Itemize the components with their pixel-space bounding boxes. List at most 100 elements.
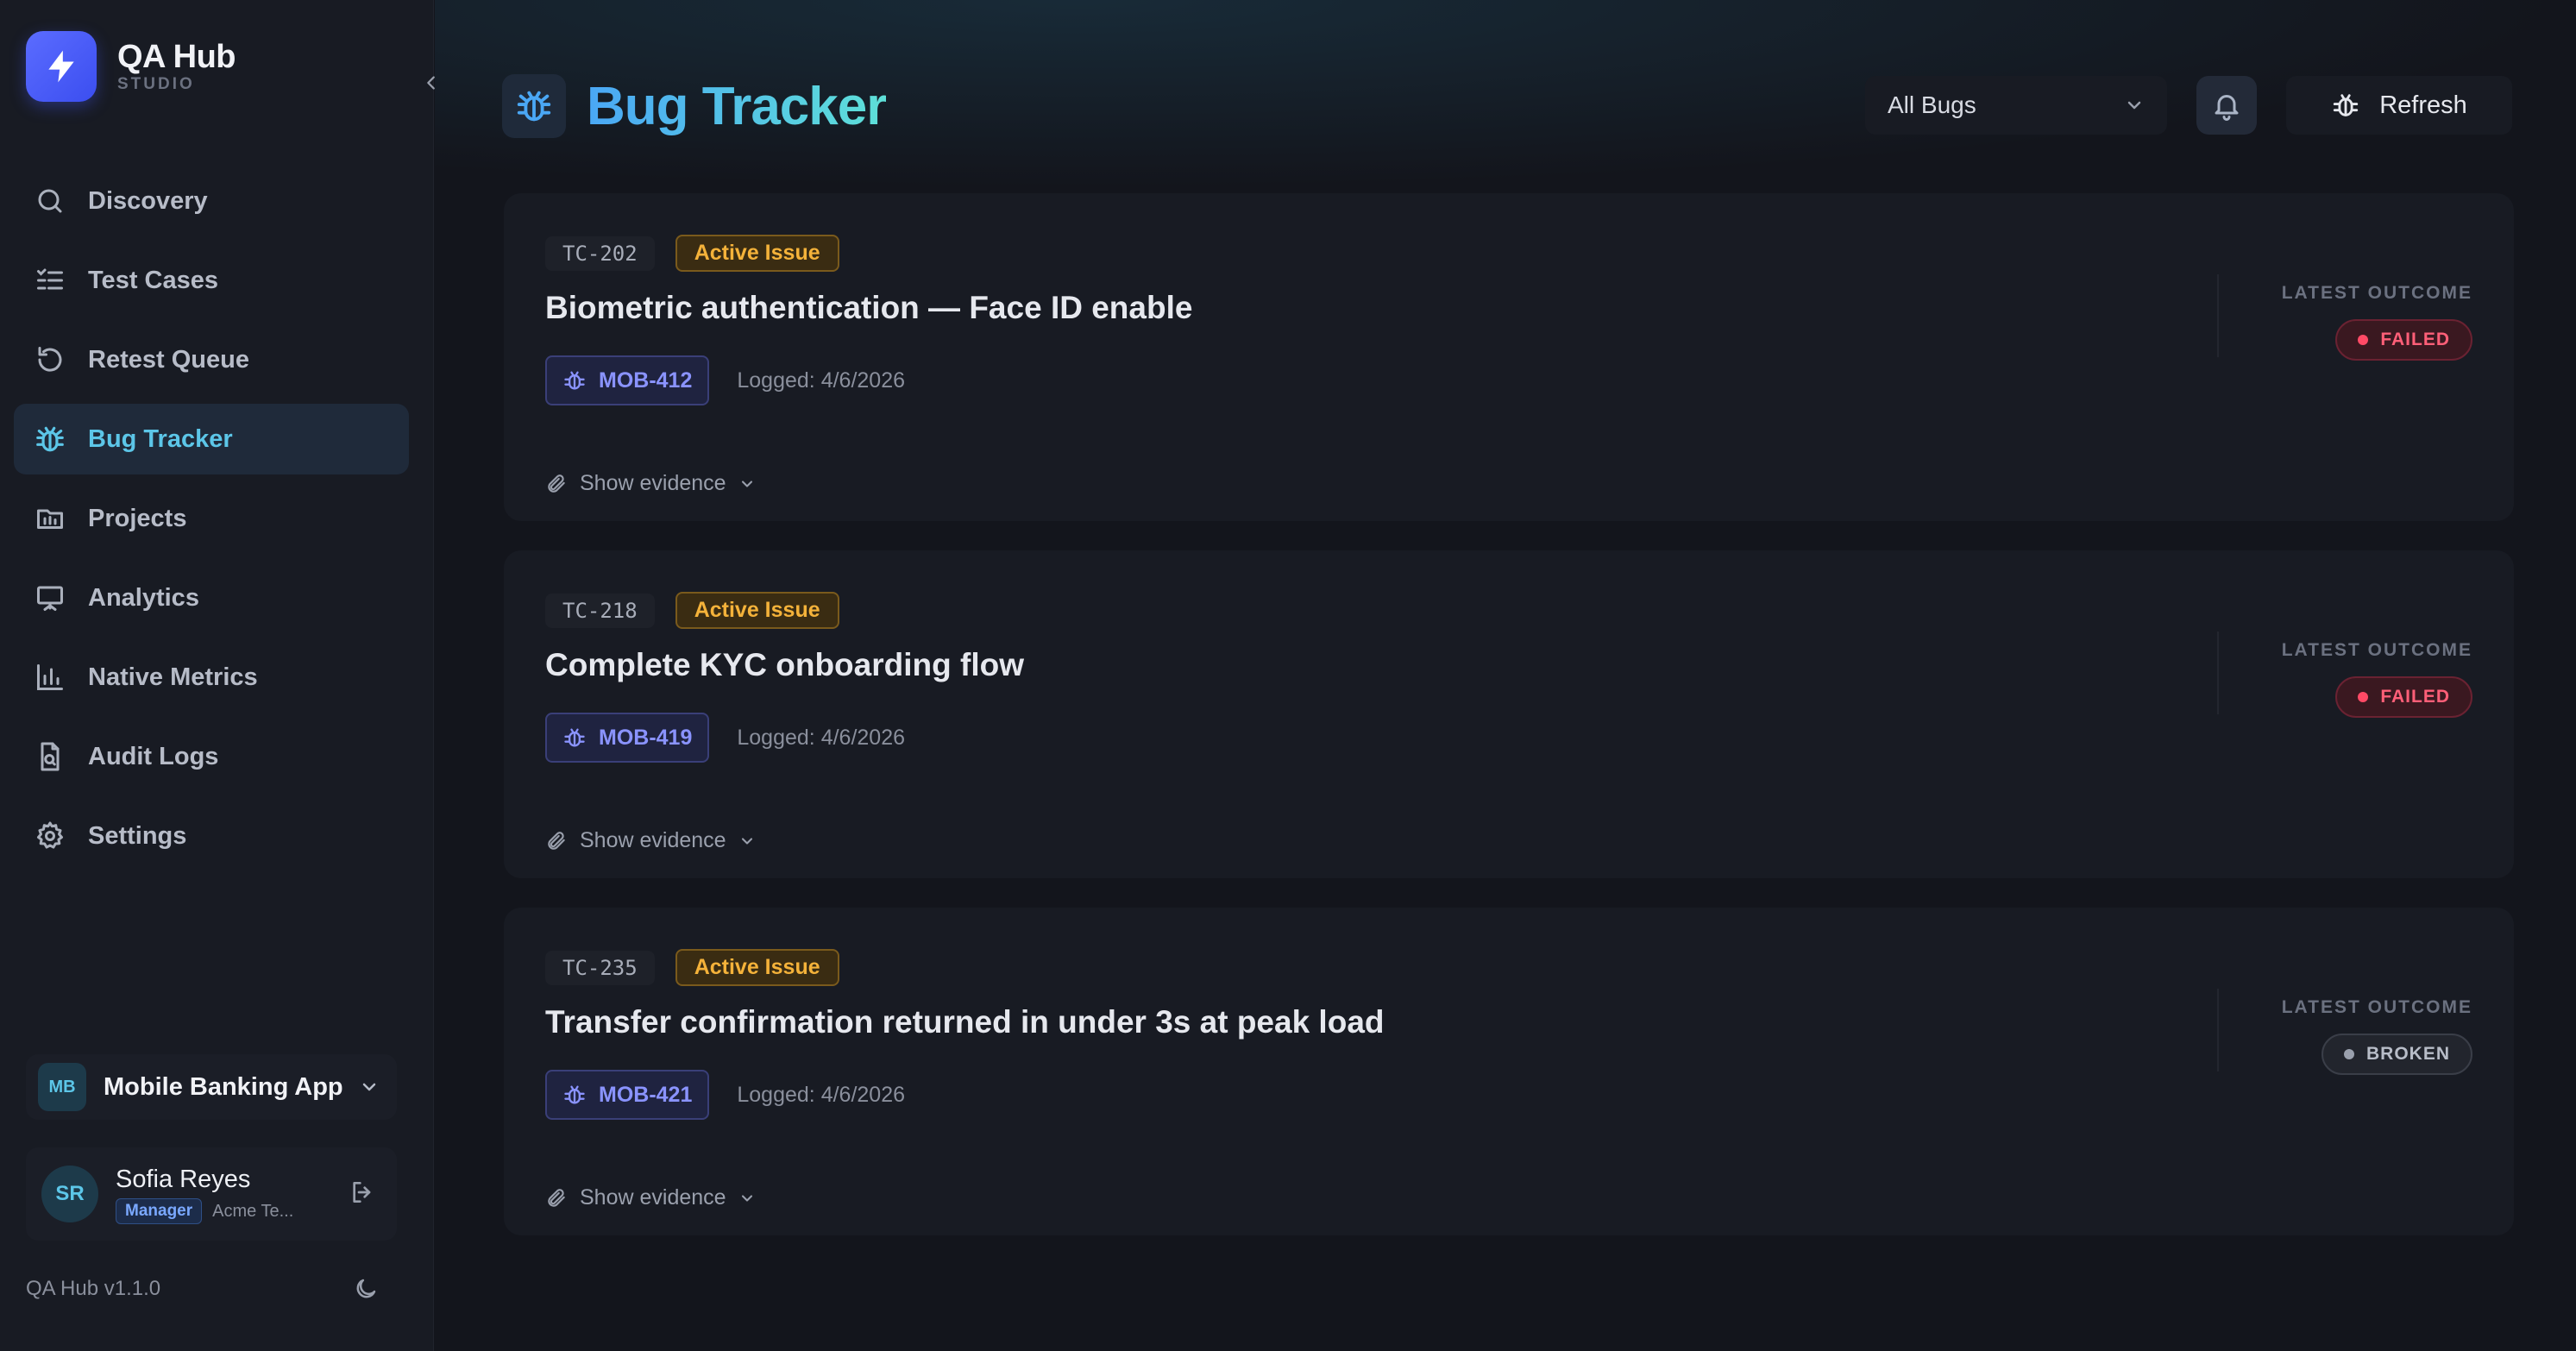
chevron-down-icon (2127, 101, 2141, 110)
project-switcher[interactable]: MB Mobile Banking App (26, 1054, 397, 1120)
bug-icon (2334, 94, 2359, 116)
outcome-label: LATEST OUTCOME (2281, 640, 2472, 660)
outcome-value: FAILED (2380, 330, 2450, 349)
brand[interactable]: QA Hub STUDIO (26, 31, 236, 102)
show-evidence-toggle[interactable]: Show evidence (545, 828, 756, 853)
show-evidence-label: Show evidence (580, 1185, 726, 1210)
divider (2217, 274, 2219, 357)
outcome-badge: FAILED (2335, 676, 2472, 718)
sidebar-item-audit-logs[interactable]: Audit Logs (14, 721, 409, 792)
bug-icon (564, 371, 585, 390)
refresh-label: Refresh (2379, 91, 2467, 119)
outcome-label: LATEST OUTCOME (2281, 283, 2472, 303)
page-title: Bug Tracker (587, 76, 887, 136)
file-search-icon (33, 739, 67, 774)
test-case-title: Transfer confirmation returned in under … (545, 1004, 1385, 1040)
bug-id-link[interactable]: MOB-412 (545, 355, 710, 405)
notifications-button[interactable] (2196, 76, 2257, 135)
bug-id-link[interactable]: MOB-419 (545, 713, 710, 763)
latest-outcome: LATEST OUTCOME FAILED (2282, 283, 2472, 361)
log-out-icon (353, 1181, 371, 1203)
sidebar-item-label: Bug Tracker (88, 424, 233, 453)
bug-icon (33, 422, 67, 456)
test-case-id: TC-202 (545, 236, 655, 271)
org-name: Acme Te... (212, 1201, 294, 1221)
bell-icon (2215, 95, 2239, 121)
status-badge: Active Issue (675, 949, 839, 986)
user-name: Sofia Reyes (116, 1166, 251, 1193)
sidebar-item-label: Audit Logs (88, 742, 219, 770)
outcome-value: FAILED (2380, 687, 2450, 707)
show-evidence-toggle[interactable]: Show evidence (545, 471, 756, 496)
logout-button[interactable] (349, 1178, 376, 1210)
bug-card-list: TC-202 Active Issue Biometric authentica… (504, 193, 2514, 1265)
sidebar-item-label: Analytics (88, 583, 199, 612)
latest-outcome: LATEST OUTCOME BROKEN (2282, 997, 2472, 1075)
sidebar-item-discovery[interactable]: Discovery (14, 166, 409, 236)
bug-card: TC-202 Active Issue Biometric authentica… (504, 193, 2514, 521)
refresh-button[interactable]: Refresh (2286, 76, 2512, 135)
bug-id: MOB-421 (599, 1082, 693, 1107)
folder-chart-icon (33, 501, 67, 536)
paperclip-icon (548, 1188, 565, 1207)
status-dot-icon (2343, 1049, 2354, 1059)
brand-subtitle: STUDIO (117, 75, 195, 93)
role-badge: Manager (116, 1198, 203, 1224)
filter-selected-value: All Bugs (1888, 91, 1976, 118)
theme-toggle-button[interactable] (350, 1273, 381, 1304)
bug-id: MOB-419 (599, 725, 693, 750)
avatar: SR (41, 1166, 98, 1222)
paperclip-icon (548, 474, 565, 493)
sidebar-item-label: Projects (88, 504, 187, 532)
sidebar-item-analytics[interactable]: Analytics (14, 562, 409, 633)
sidebar-item-test-cases[interactable]: Test Cases (14, 245, 409, 316)
sidebar-item-native-metrics[interactable]: Native Metrics (14, 642, 409, 713)
sidebar-item-label: Native Metrics (88, 663, 258, 691)
logged-date: Logged: 4/6/2026 (737, 725, 906, 750)
show-evidence-label: Show evidence (580, 828, 726, 852)
sidebar-item-bug-tracker[interactable]: Bug Tracker (14, 404, 409, 474)
bug-id: MOB-412 (599, 368, 693, 393)
gear-icon (33, 819, 67, 853)
sidebar-item-retest-queue[interactable]: Retest Queue (14, 324, 409, 395)
sidebar-item-label: Discovery (88, 186, 208, 215)
test-case-id: TC-235 (545, 950, 655, 985)
outcome-badge: BROKEN (2321, 1034, 2472, 1075)
bug-icon (564, 728, 585, 747)
chevron-down-icon (362, 1083, 376, 1091)
latest-outcome: LATEST OUTCOME FAILED (2282, 640, 2472, 718)
sidebar: QA Hub STUDIO Discovery Test Cases Retes… (0, 0, 435, 1351)
status-dot-icon (2358, 692, 2369, 702)
bar-chart-icon (33, 660, 67, 694)
bug-card: TC-235 Active Issue Transfer confirmatio… (504, 908, 2514, 1235)
logged-date: Logged: 4/6/2026 (737, 368, 906, 393)
divider (2217, 989, 2219, 1071)
sidebar-nav: Discovery Test Cases Retest Queue Bug Tr… (14, 166, 409, 880)
sidebar-item-projects[interactable]: Projects (14, 483, 409, 554)
show-evidence-label: Show evidence (580, 471, 726, 495)
chevron-down-icon (741, 1194, 752, 1202)
paperclip-icon (548, 831, 565, 850)
app-version: QA Hub v1.1.0 (26, 1277, 161, 1300)
main-content: Bug Tracker All Bugs Refresh TC-202 Acti… (435, 0, 2576, 1351)
bug-icon (502, 74, 566, 138)
logged-date: Logged: 4/6/2026 (737, 1082, 906, 1107)
bug-filter-select[interactable]: All Bugs (1865, 76, 2167, 135)
brand-title: QA Hub (117, 39, 236, 75)
sidebar-item-label: Test Cases (88, 266, 218, 294)
project-name: Mobile Banking App (104, 1072, 343, 1101)
sidebar-item-settings[interactable]: Settings (14, 801, 409, 871)
page-header: Bug Tracker (502, 74, 887, 138)
test-case-title: Complete KYC onboarding flow (545, 647, 1024, 682)
chevron-down-icon (741, 837, 752, 845)
status-badge: Active Issue (675, 235, 839, 272)
lightning-logo-icon (26, 31, 97, 102)
chevron-down-icon (741, 480, 752, 487)
show-evidence-toggle[interactable]: Show evidence (545, 1185, 756, 1210)
outcome-label: LATEST OUTCOME (2281, 997, 2472, 1017)
outcome-badge: FAILED (2335, 319, 2472, 361)
bug-id-link[interactable]: MOB-421 (545, 1070, 710, 1120)
divider (2217, 632, 2219, 714)
rotate-ccw-icon (33, 342, 67, 377)
sidebar-item-label: Settings (88, 821, 187, 850)
